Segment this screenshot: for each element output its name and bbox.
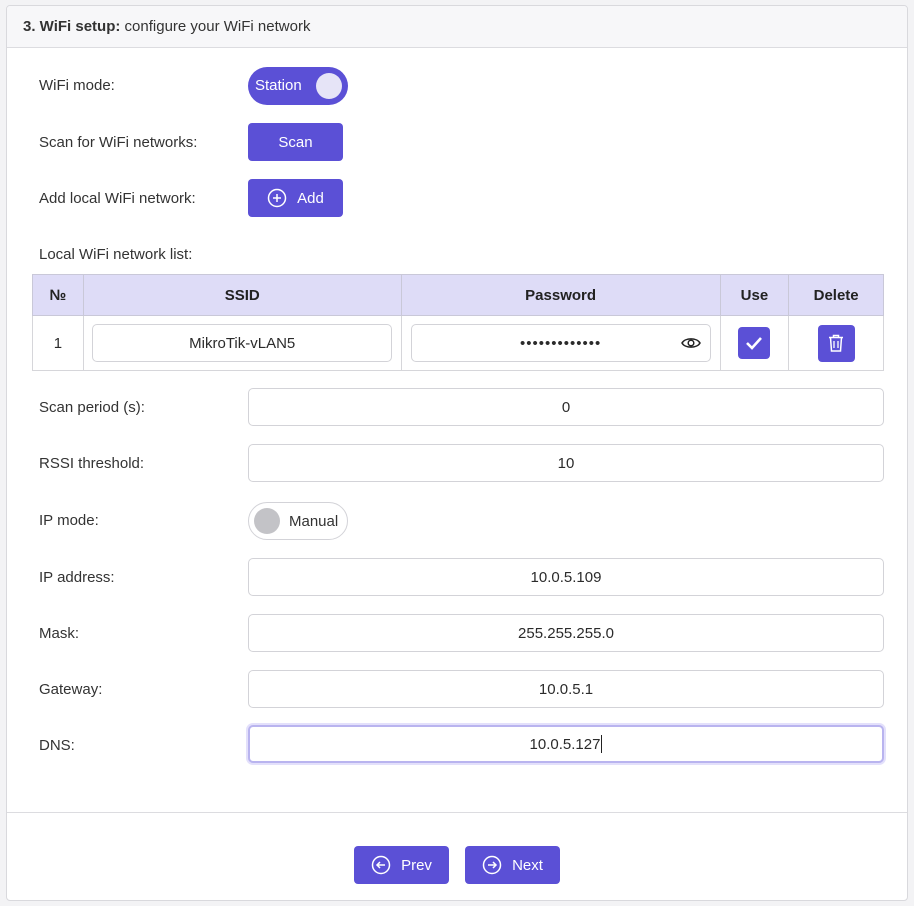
next-button-label: Next [512, 856, 543, 874]
password-value: ••••••••••••• [519, 334, 602, 352]
delete-cell [788, 315, 884, 371]
text-caret [601, 735, 603, 753]
rssi-threshold-input[interactable]: 10 [248, 444, 884, 482]
gateway-label: Gateway: [39, 681, 103, 698]
scan-button-label: Scan [278, 133, 313, 151]
rssi-threshold-value: 10 [557, 454, 575, 472]
arrow-left-circle-icon [371, 855, 391, 875]
ip-mode-label: IP mode: [39, 512, 99, 529]
row-number: 1 [32, 315, 84, 371]
ip-address-label: IP address: [39, 569, 115, 586]
scan-label: Scan for WiFi networks: [39, 134, 198, 151]
ssid-value: MikroTik-vLAN5 [189, 334, 296, 352]
arrow-right-circle-icon [482, 855, 502, 875]
col-ssid: SSID [82, 274, 402, 316]
use-checkbox[interactable] [738, 327, 771, 359]
prev-button[interactable]: Prev [354, 846, 449, 884]
wifi-setup-card: 3. WiFi setup: configure your WiFi netwo… [6, 5, 908, 901]
step-title: 3. WiFi setup: [23, 18, 121, 35]
checkmark-icon [746, 337, 763, 350]
dns-label: DNS: [39, 737, 75, 754]
add-label: Add local WiFi network: [39, 190, 196, 207]
next-button[interactable]: Next [465, 846, 560, 884]
scan-period-label: Scan period (s): [39, 399, 145, 416]
mask-value: 255.255.255.0 [518, 624, 614, 642]
card-header: 3. WiFi setup: configure your WiFi netwo… [7, 6, 907, 48]
scan-period-value: 0 [561, 398, 571, 416]
eye-icon[interactable] [680, 335, 701, 351]
footer-divider [7, 812, 907, 813]
toggle-knob [254, 508, 280, 534]
delete-button[interactable] [817, 324, 855, 362]
ip-address-input[interactable]: 10.0.5.109 [248, 558, 884, 596]
table-row: 1 MikroTik-vLAN5 ••••••••••••• [32, 315, 884, 371]
table-header-row: № SSID Password Use Delete [32, 274, 884, 316]
add-button-label: Add [297, 189, 324, 207]
col-use: Use [719, 274, 790, 316]
password-input[interactable]: ••••••••••••• [410, 324, 711, 362]
ssid-cell: MikroTik-vLAN5 [82, 315, 402, 371]
plus-circle-icon [267, 188, 287, 208]
col-password: Password [400, 274, 721, 316]
rssi-threshold-label: RSSI threshold: [39, 455, 145, 472]
prev-button-label: Prev [401, 856, 432, 874]
ip-mode-toggle[interactable]: Manual [248, 502, 348, 540]
wifi-mode-label: WiFi mode: [39, 77, 115, 94]
network-list-label: Local WiFi network list: [39, 246, 193, 263]
gateway-value: 10.0.5.1 [538, 680, 594, 698]
toggle-knob [316, 73, 342, 99]
col-number: № [32, 274, 84, 316]
col-delete: Delete [788, 274, 884, 316]
dns-input[interactable]: 10.0.5.127 [248, 725, 884, 763]
dns-value: 10.0.5.127 [529, 735, 601, 753]
password-cell: ••••••••••••• [400, 315, 721, 371]
step-subtitle: configure your WiFi network [124, 18, 311, 35]
gateway-input[interactable]: 10.0.5.1 [248, 670, 884, 708]
wifi-mode-toggle-text: Station [255, 77, 302, 94]
use-cell [719, 315, 790, 371]
trash-icon [829, 334, 844, 352]
wifi-mode-toggle[interactable]: Station [248, 67, 348, 105]
wifi-network-table: № SSID Password Use Delete 1 MikroTik-vL… [32, 274, 884, 371]
mask-label: Mask: [39, 625, 80, 642]
add-button[interactable]: Add [248, 179, 343, 217]
scan-period-input[interactable]: 0 [248, 388, 884, 426]
ssid-input[interactable]: MikroTik-vLAN5 [92, 324, 393, 362]
mask-input[interactable]: 255.255.255.0 [248, 614, 884, 652]
scan-button[interactable]: Scan [248, 123, 343, 161]
ip-address-value: 10.0.5.109 [530, 568, 602, 586]
ip-mode-toggle-text: Manual [289, 513, 339, 530]
